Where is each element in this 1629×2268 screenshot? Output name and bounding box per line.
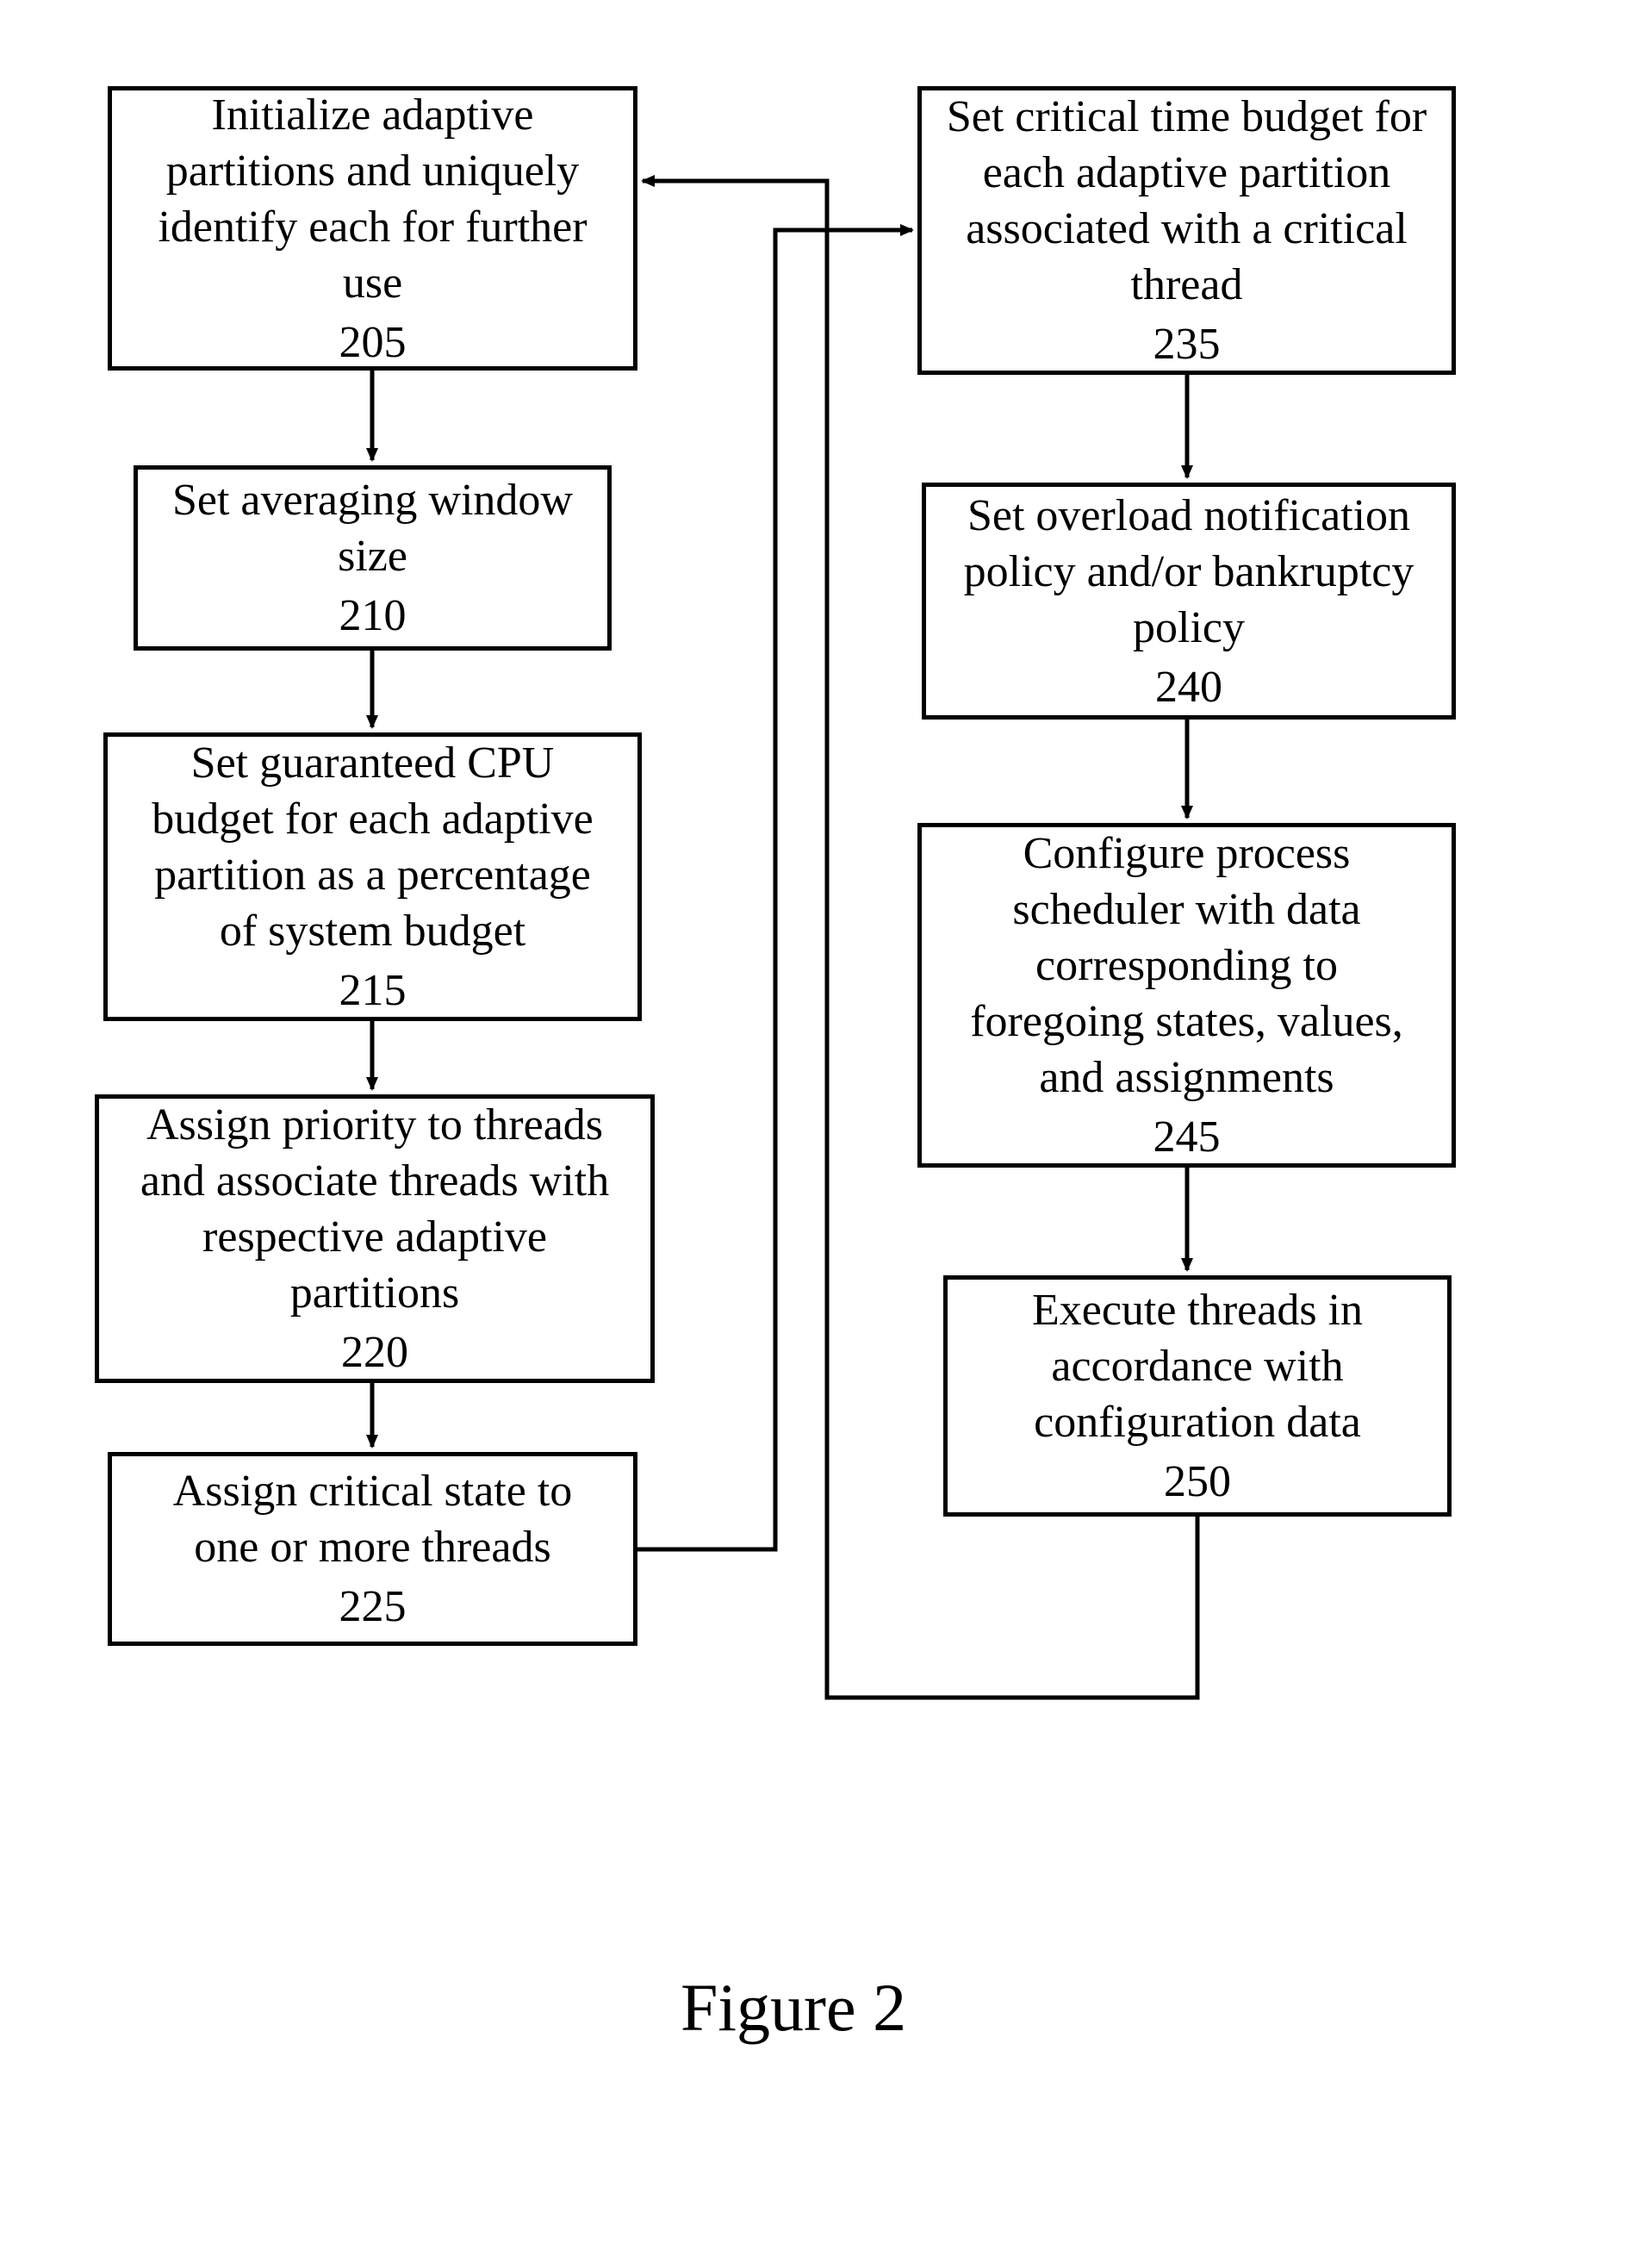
box-245-text: Configure process scheduler with data co…: [946, 826, 1427, 1106]
figure-caption: Figure 2: [681, 1969, 906, 2047]
box-245: Configure process scheduler with data co…: [917, 823, 1456, 1168]
box-250-text: Execute threads in accordance with confi…: [972, 1282, 1423, 1450]
box-225-ref: 225: [339, 1579, 407, 1635]
box-215: Set guaranteed CPU budget for each adapt…: [103, 732, 642, 1021]
box-215-text: Set guaranteed CPU budget for each adapt…: [132, 735, 613, 959]
box-215-ref: 215: [339, 963, 407, 1019]
box-235-ref: 235: [1153, 316, 1221, 372]
box-240-text: Set overload notification policy and/or …: [950, 488, 1427, 656]
box-205-text: Initialize adaptive partitions and uniqu…: [136, 87, 609, 311]
box-235: Set critical time budget for each adapti…: [917, 86, 1456, 375]
box-220-ref: 220: [341, 1324, 408, 1380]
box-210: Set averaging window size 210: [134, 465, 612, 651]
box-205: Initialize adaptive partitions and uniqu…: [108, 86, 637, 371]
box-250: Execute threads in accordance with confi…: [943, 1275, 1452, 1517]
box-210-ref: 210: [339, 588, 407, 644]
box-240: Set overload notification policy and/or …: [922, 483, 1456, 720]
page: Initialize adaptive partitions and uniqu…: [0, 0, 1629, 2268]
box-205-ref: 205: [339, 315, 407, 371]
box-235-text: Set critical time budget for each adapti…: [946, 89, 1427, 313]
box-240-ref: 240: [1155, 659, 1222, 715]
box-220: Assign priority to threads and associate…: [95, 1094, 655, 1383]
box-225-text: Assign critical state to one or more thr…: [136, 1463, 609, 1575]
box-220-text: Assign priority to threads and associate…: [123, 1097, 626, 1321]
box-245-ref: 245: [1153, 1109, 1221, 1165]
box-210-text: Set averaging window size: [162, 472, 583, 584]
box-250-ref: 250: [1164, 1454, 1231, 1510]
box-225: Assign critical state to one or more thr…: [108, 1452, 637, 1646]
arrow-225-235: [637, 230, 912, 1549]
